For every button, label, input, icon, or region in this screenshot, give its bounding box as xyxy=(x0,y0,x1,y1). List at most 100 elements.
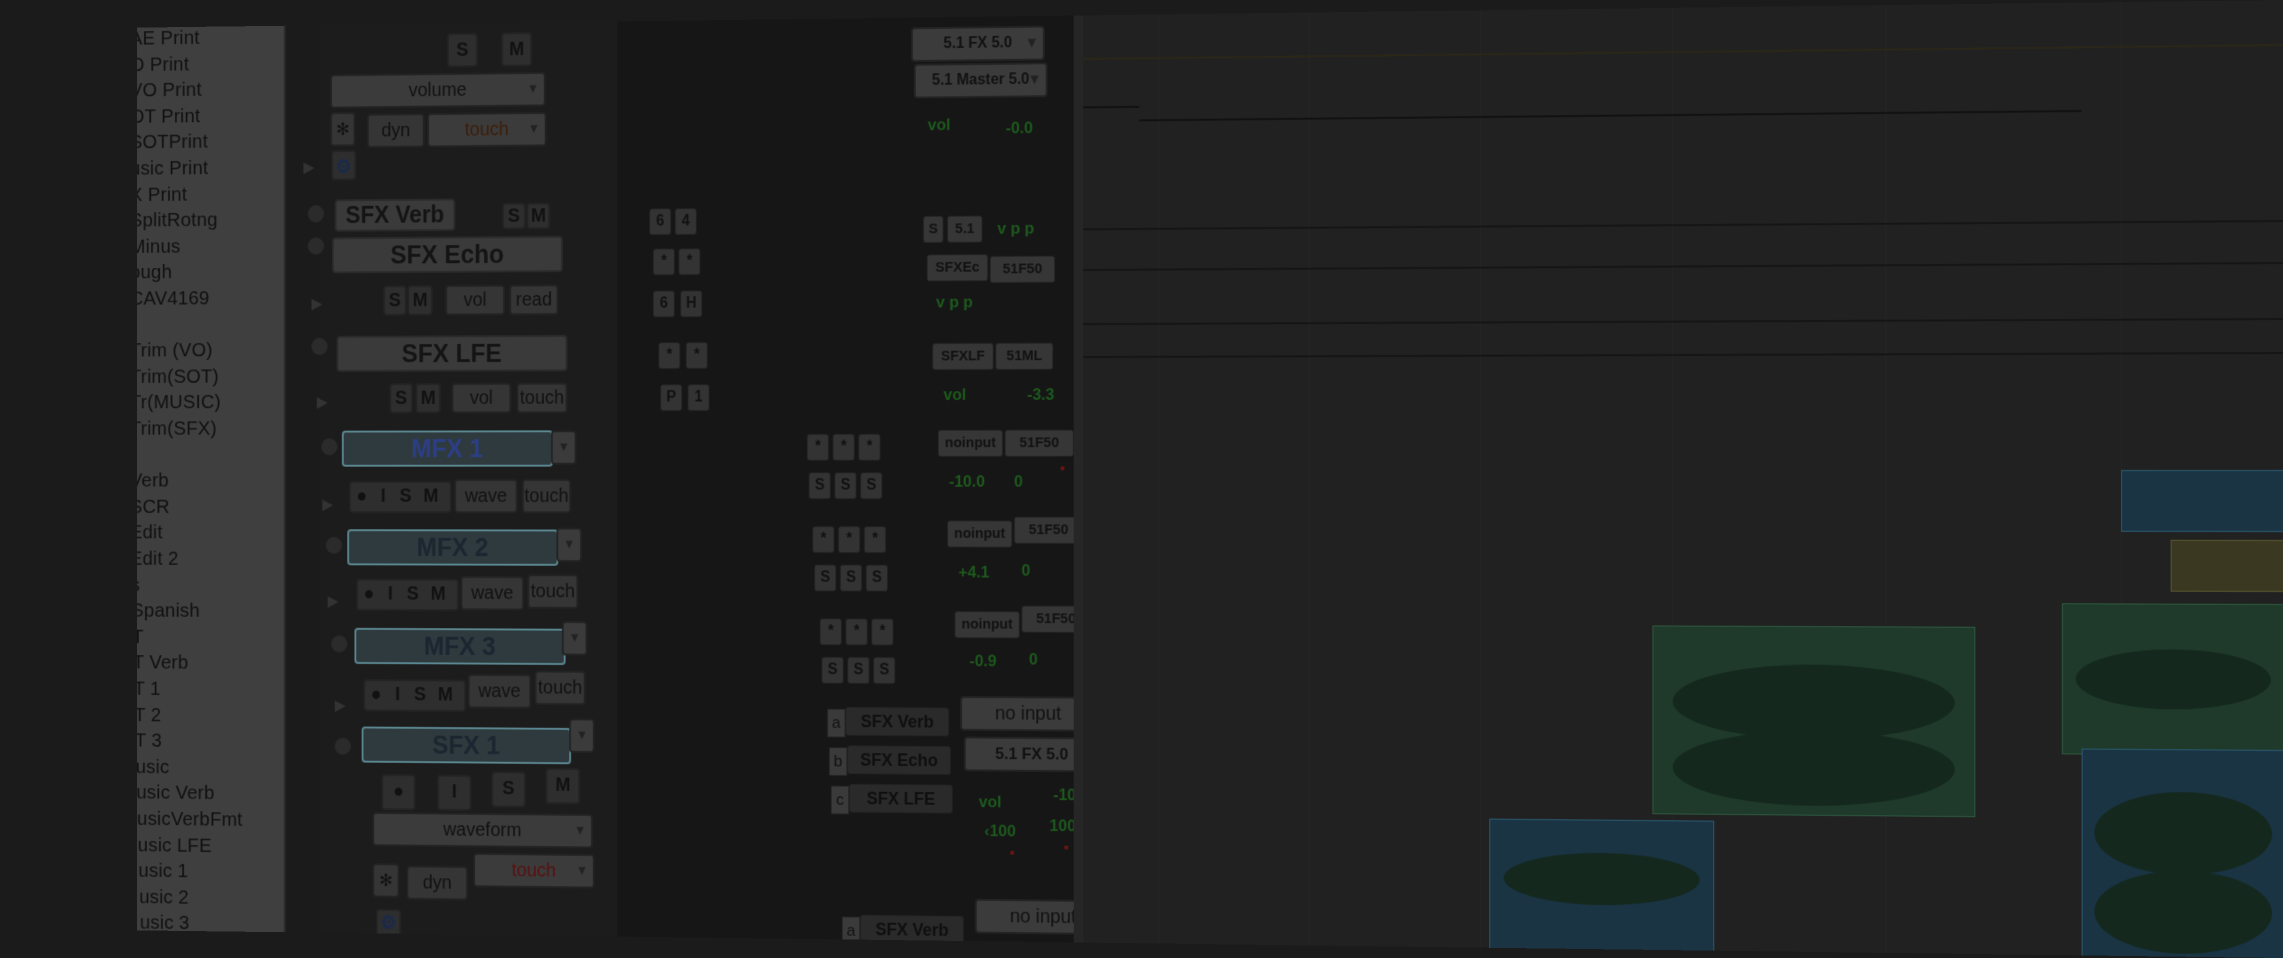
mfx-2-mute-button[interactable]: M xyxy=(428,579,448,608)
io-grid-button[interactable]: S xyxy=(809,472,831,499)
mfx-1-solo-button[interactable]: S xyxy=(398,481,414,509)
mfx-1-name-dropdown[interactable] xyxy=(551,430,576,464)
io-grid-button[interactable]: * xyxy=(871,618,893,645)
mfx-2-mode-button[interactable]: touch xyxy=(527,574,578,608)
gear-icon[interactable]: ⚙ xyxy=(376,909,401,938)
mfx-2-record-button[interactable]: ● xyxy=(360,579,378,608)
expand-arrow-icon[interactable]: ▶ xyxy=(311,294,322,313)
edit-window-timeline[interactable] xyxy=(1083,0,2283,958)
mfx-3-name-dropdown[interactable] xyxy=(562,621,587,655)
audio-clip[interactable] xyxy=(2121,470,2283,532)
track-list-item[interactable]: usicVerbFmt xyxy=(137,808,243,832)
io-grid-button[interactable]: * xyxy=(864,526,886,553)
track-list-item[interactable]: Trim(SFX) xyxy=(137,418,217,441)
sfx-echo-mute-button[interactable]: M xyxy=(407,285,432,316)
mfx-1-record-button[interactable]: ● xyxy=(353,481,371,509)
track-list-item[interactable]: usic xyxy=(137,756,169,779)
sfx-verb-solo-button[interactable]: S xyxy=(502,203,526,230)
echo-input-select[interactable]: SFXEc xyxy=(927,254,988,281)
mfx-1-output-select[interactable]: 51F50 xyxy=(1005,430,1074,457)
track-list-item[interactable]: s xyxy=(137,574,140,597)
io-grid-button[interactable]: * xyxy=(658,342,680,369)
io-grid-button[interactable]: * xyxy=(686,342,708,369)
track-list-item[interactable]: X Print xyxy=(137,183,187,206)
track-list-item[interactable]: usic LFE xyxy=(138,834,212,857)
mfx-3-input-button[interactable]: I xyxy=(390,679,404,708)
io-grid-button[interactable]: * xyxy=(838,526,860,553)
top-output-1[interactable]: 5.1 FX 5.0 xyxy=(911,26,1045,62)
track-list-item[interactable]: Edit xyxy=(137,522,163,545)
sfx-lfe-mute-button[interactable]: M xyxy=(416,383,441,413)
track-list-item[interactable]: Tr(MUSIC) xyxy=(137,392,221,415)
mfx-1-input-button[interactable]: I xyxy=(376,481,390,509)
mfx-2-view-button[interactable]: wave xyxy=(461,576,524,610)
snowflake-icon[interactable]: ✻ xyxy=(330,112,355,146)
sfx-1-automation-mode[interactable]: touch xyxy=(473,853,594,889)
track-list-item[interactable]: OT Print xyxy=(137,105,200,128)
send-b-button[interactable]: SFX Echo xyxy=(847,745,951,775)
io-grid-button[interactable]: S xyxy=(814,564,836,591)
track-list-item[interactable]: Trim(SOT) xyxy=(137,365,219,388)
mfx-2-output-select[interactable]: 51F50 xyxy=(1014,517,1083,544)
mfx-2-input-button[interactable]: I xyxy=(383,579,397,608)
mfx-1-input-select[interactable]: noinput xyxy=(938,430,1003,457)
track-list-item[interactable]: Edit 2 xyxy=(137,548,179,571)
track-list-item[interactable]: T 3 xyxy=(137,730,162,753)
io-grid-button[interactable]: * xyxy=(833,434,855,461)
track-list-item[interactable]: SCR xyxy=(137,496,170,519)
io-grid-button[interactable]: S xyxy=(840,565,862,592)
io-grid-button[interactable]: 1 xyxy=(688,384,710,411)
io-grid-button[interactable]: * xyxy=(858,434,880,461)
verb-insert-a[interactable]: S xyxy=(923,216,943,243)
track-list-item[interactable]: T 1 xyxy=(137,678,161,701)
audio-clip[interactable] xyxy=(1489,819,1714,953)
track-list-item[interactable]: usic Print xyxy=(137,157,208,180)
top-mute-button[interactable]: M xyxy=(501,32,532,67)
io-grid-button[interactable]: * xyxy=(807,434,829,461)
io-grid-button[interactable]: S xyxy=(866,565,888,592)
bottom-send-button[interactable]: SFX Verb xyxy=(860,915,964,945)
track-list-item[interactable]: T xyxy=(137,626,144,649)
io-grid-button[interactable]: 4 xyxy=(675,208,697,235)
send-c-button[interactable]: SFX LFE xyxy=(849,784,953,814)
audio-clip[interactable] xyxy=(1652,625,1975,817)
track-list-item[interactable]: AE Print xyxy=(137,27,200,51)
mfx-2-name-dropdown[interactable] xyxy=(556,528,581,562)
io-grid-button[interactable]: * xyxy=(653,248,675,275)
track-list-item[interactable]: VO Print xyxy=(137,79,202,102)
mfx-3-input-select[interactable]: noinput xyxy=(955,611,1020,638)
sfx-verb-mute-button[interactable]: M xyxy=(527,203,551,230)
verb-insert-b[interactable]: 5.1 xyxy=(947,216,982,243)
track-list-item[interactable]: T 2 xyxy=(137,704,161,727)
expand-arrow-icon[interactable]: ▶ xyxy=(322,495,333,514)
sfx-1-view-select[interactable]: waveform xyxy=(372,812,592,848)
io-grid-button[interactable]: S xyxy=(860,472,882,499)
sfx-echo-mode-button[interactable]: read xyxy=(509,284,558,315)
mfx-1-view-button[interactable]: wave xyxy=(454,479,517,513)
mfx-2-input-select[interactable]: noinput xyxy=(947,520,1012,547)
track-list-item[interactable]: CAV4169 xyxy=(137,287,210,310)
audio-clip[interactable] xyxy=(2082,749,2283,958)
sfx-lfe-view-button[interactable]: vol xyxy=(452,383,512,414)
mfx-1-mute-button[interactable]: M xyxy=(421,481,441,510)
track-list-item[interactable]: usic Verb xyxy=(137,782,215,805)
expand-arrow-icon[interactable]: ▶ xyxy=(303,158,314,177)
lfe-output-select[interactable]: 51ML xyxy=(995,343,1053,370)
track-name-sfx-verb[interactable]: SFX Verb xyxy=(335,199,455,232)
track-list-item[interactable]: Verb xyxy=(137,470,169,493)
track-name-mfx-3[interactable]: MFX 3 xyxy=(354,628,565,665)
sfx-lfe-mode-button[interactable]: touch xyxy=(517,383,568,414)
track-list-item[interactable]: usic 2 xyxy=(139,886,189,909)
echo-output-select[interactable]: 51F50 xyxy=(990,256,1055,283)
sfx-1-input-button[interactable]: I xyxy=(437,775,471,811)
sfx-echo-view-button[interactable]: vol xyxy=(445,285,505,316)
sfx-1-dyn-button[interactable]: dyn xyxy=(407,865,468,900)
audio-clip[interactable] xyxy=(2062,603,2283,756)
mfx-3-record-button[interactable]: ● xyxy=(367,679,385,708)
sfx-lfe-solo-button[interactable]: S xyxy=(389,383,412,413)
sfx-echo-solo-button[interactable]: S xyxy=(383,285,406,315)
track-list-item[interactable]: usic 1 xyxy=(138,860,188,883)
track-list-item[interactable]: Minus xyxy=(137,235,180,258)
io-grid-button[interactable]: * xyxy=(845,618,867,645)
top-solo-button[interactable]: S xyxy=(447,33,478,68)
